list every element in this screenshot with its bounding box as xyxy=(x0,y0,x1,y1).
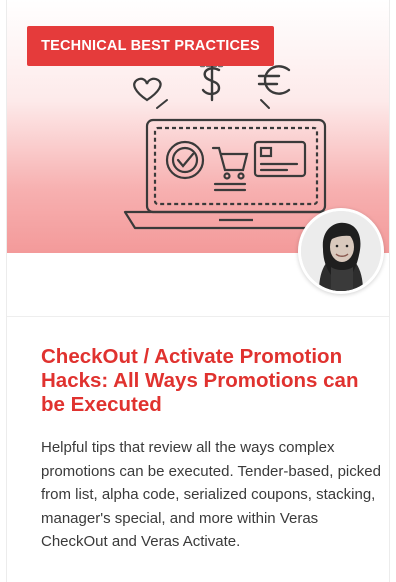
euro-icon xyxy=(257,65,291,95)
dollar-icon xyxy=(199,60,227,102)
article-card[interactable]: TECHNICAL BEST PRACTICES CheckOut / Acti… xyxy=(6,0,390,582)
laptop-icon xyxy=(123,118,349,230)
article-title[interactable]: CheckOut / Activate Promotion Hacks: All… xyxy=(41,345,376,417)
avatar-portrait-icon xyxy=(301,211,381,291)
shopping-cart-icon xyxy=(211,146,249,192)
checkmark-badge-icon xyxy=(165,140,205,180)
credit-card-icon xyxy=(253,140,307,178)
article-description: Helpful tips that review all the ways co… xyxy=(41,439,381,550)
category-badge[interactable]: TECHNICAL BEST PRACTICES xyxy=(27,26,274,66)
author-avatar[interactable] xyxy=(298,208,384,294)
heart-icon xyxy=(133,77,162,102)
avatar-photo xyxy=(301,211,381,291)
